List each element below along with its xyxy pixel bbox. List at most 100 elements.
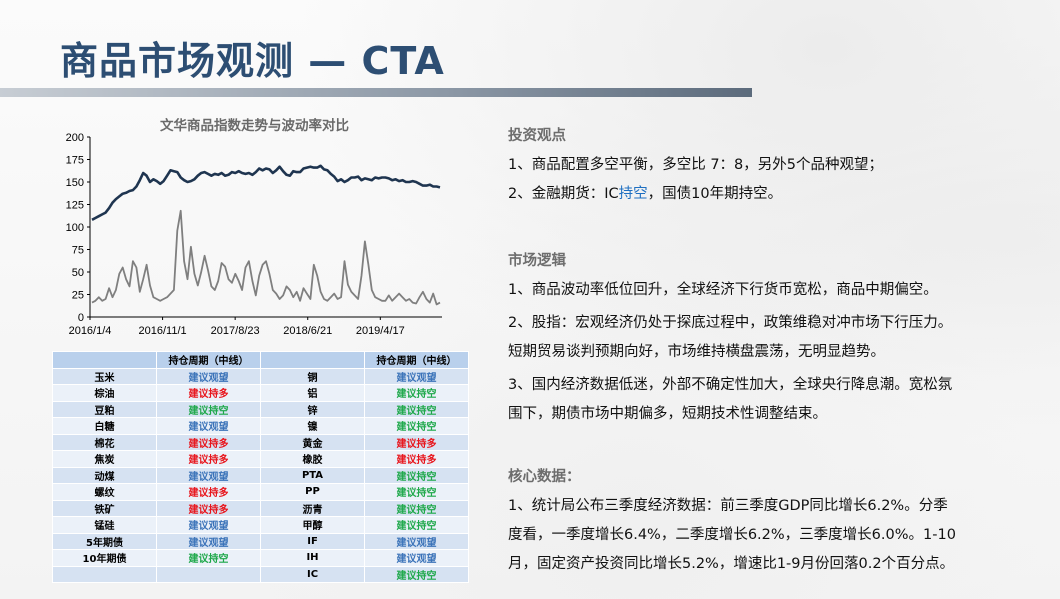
recommendation: 建议持多 [156,450,261,468]
commentary-panel: 投资观点 1、商品配置多空平衡，多空比 7：8，另外5个品种观望； 2、金融期货… [508,124,1028,579]
commodity-name: 豆粕 [52,400,157,418]
recommendation: 建议持多 [156,433,261,451]
y-tick-label: 200 [66,132,84,144]
y-tick-label: 100 [66,222,84,234]
recommendation: 建议持空 [364,417,469,435]
view-point-2-text-end: ，国债10年期持空。 [647,186,783,202]
title-underline-bar [0,88,752,97]
x-tick-label: 2017/8/23 [211,325,260,337]
core-data-line-2: 度看，一季度增长6.4%，二季度增长6.2%，三季度增长6.0%。1-10 [508,527,956,543]
section-title-logic: 市场逻辑 [508,253,566,269]
table-row: 螺纹 建议持多 PP 建议持空 [52,483,469,501]
volatility-series-line [91,209,441,306]
logic-point-1: 1、商品波动率低位回升，全球经济下行货币宽松，商品中期偏空。 [508,282,938,298]
recommendation: 建议持多 [156,499,261,517]
table-row: 焦炭 建议持多 橡胶 建议持多 [52,450,469,468]
table-row: 白糖 建议观望镍建议持空 [52,417,469,435]
table-row: 动煤 建议观望 PTA 建议持空 [52,466,469,484]
commodity-name: 棕油 [52,384,157,402]
core-data-line-3: 月，固定资产投资同比增长5.2%，增速比1-9月份回落0.2个百分点。 [508,556,955,572]
commodity-name: 镍 [260,417,365,435]
recommendation: 建议持空 [364,384,469,402]
commodity-name: 焦炭 [52,450,157,468]
commodity-name: 铁矿 [52,499,157,517]
recommendation: 建议观望 [156,417,261,435]
table-header-cell: 持仓周期（中线） [156,351,261,369]
commodity-index-chart: 0 25 50 75 100 125 150 175 200 2016/1/4 2016/11/1 2… [66,132,442,337]
recommendation: 建议观望 [364,549,469,567]
y-tick-label: 0 [78,312,84,324]
commodity-name: IH [260,549,365,567]
table-header-cell: 持仓周期（中线） [364,351,469,369]
recommendation: 建议持空 [364,483,469,501]
chart-title: 文华商品指数走势与波动率对比 [160,118,349,134]
recommendation: 建议观望 [364,532,469,550]
commodity-name: 螺纹 [52,483,157,501]
commodity-name: 动煤 [52,466,157,484]
logic-point-2b: 短期贸易谈判预期向好，市场维持横盘震荡，无明显趋势。 [508,344,885,360]
recommendation: 建议观望 [156,466,261,484]
view-point-2-highlight: 持空 [618,186,648,202]
commodity-name: 铜 [260,367,365,385]
table-row: 锰硅 建议观望 甲醇 建议持空 [52,516,469,534]
table-row: IC 建议持空 [52,565,469,583]
position-table: 持仓周期（中线） 持仓周期（中线） 玉米 建议观望铜建议观望 棕油 建议持多铝建议持空… [52,351,469,583]
recommendation: 建议观望 [156,516,261,534]
table-row: 5年期债 建议观望 IF 建议观望 [52,532,469,550]
commodity-name: 棉花 [52,433,157,451]
commodity-name: 白糖 [52,417,157,435]
commodity-name: 铝 [260,384,365,402]
commodity-name: IF [260,532,365,550]
y-tick-label: 175 [66,155,84,167]
recommendation: 建议持多 [156,483,261,501]
commodity-name: 5年期债 [52,532,157,550]
logic-point-3a: 3、国内经济数据低迷，外部不确定性加大，全球央行降息潮。宽松氛 [508,377,953,393]
recommendation: 建议持空 [364,466,469,484]
commodity-name: 10年期债 [52,549,157,567]
commodity-name: 甲醇 [260,516,365,534]
table-row: 豆粕 建议持空锌建议持空 [52,400,469,418]
commodity-name: 沥青 [260,499,365,517]
y-tick-label: 75 [72,245,84,257]
recommendation: 建议持多 [364,433,469,451]
commodity-name: 黄金 [260,433,365,451]
commodity-name: 锌 [260,400,365,418]
commodity-name [52,565,157,583]
y-tick-label: 150 [66,177,84,189]
recommendation: 建议持空 [156,549,261,567]
logic-point-3b: 围下，期债市场中期偏多，短期技术性调整结束。 [508,406,827,422]
page-title: 商品市场观测 — CTA [60,39,445,83]
table-header-cell [52,351,157,369]
commodity-name: 锰硅 [52,516,157,534]
core-data-line-1: 1、统计局公布三季度经济数据：前三季度GDP同比增长6.2%。分季 [508,498,948,514]
recommendation: 建议观望 [156,367,261,385]
index-series-line [91,164,441,221]
table-row: 铁矿 建议持多 沥青 建议持空 [52,499,469,517]
y-tick-label: 25 [72,290,84,302]
recommendation: 建议持空 [364,565,469,583]
table-header-row: 持仓周期（中线） 持仓周期（中线） [52,351,469,369]
x-tick-label: 2018/6/21 [283,325,332,337]
recommendation: 建议观望 [364,367,469,385]
table-row: 玉米 建议观望铜建议观望 [52,367,469,385]
view-point-1: 1、商品配置多空平衡，多空比 7：8，另外5个品种观望； [508,157,884,173]
table-row: 10年期债 建议持空 IH 建议观望 [52,549,469,567]
y-tick-label: 125 [66,200,84,212]
commodity-name: IC [260,565,365,583]
recommendation [156,565,261,583]
view-point-2: 2、金融期货：IC持空，国债10年期持空。 [508,180,1028,209]
recommendation: 建议持空 [364,499,469,517]
view-point-2-text: 2、金融期货：IC [508,186,619,202]
commodity-name: PP [260,483,365,501]
table-row: 棕油 建议持多铝建议持空 [52,384,469,402]
logic-point-2a: 2、股指：宏观经济仍处于探底过程中，政策维稳对冲市场下行压力。 [508,315,953,331]
commodity-name: PTA [260,466,365,484]
x-tick-label: 2016/11/1 [139,325,187,337]
table-header-cell [260,351,365,369]
y-tick-label: 50 [72,267,84,279]
recommendation: 建议持空 [364,516,469,534]
chart-area: 0 25 50 75 100 125 150 175 200 2016/1/4 2016/11/1 2… [50,112,460,342]
table-row: 棉花 建议持多 黄金 建议持多 [52,433,469,451]
recommendation: 建议持多 [364,450,469,468]
section-title-view: 投资观点 [508,128,566,144]
